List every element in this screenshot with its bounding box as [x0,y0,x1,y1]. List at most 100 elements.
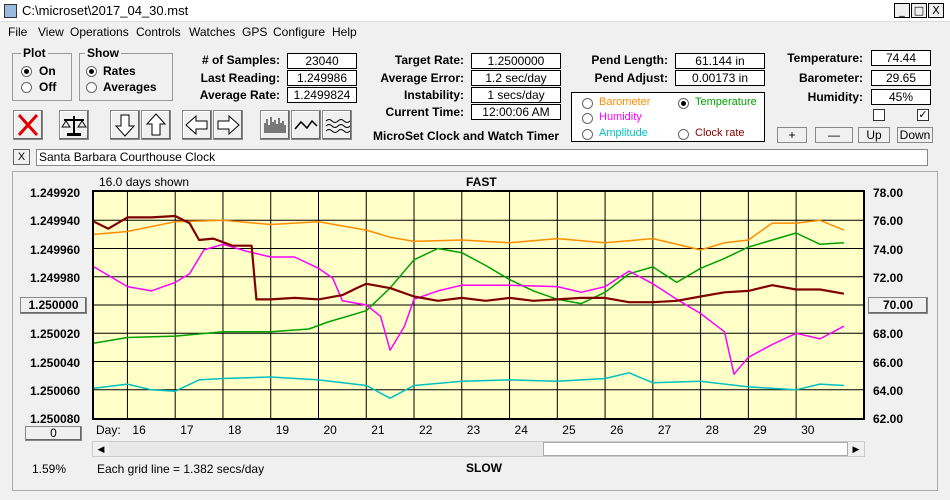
menu-operations[interactable]: Operations [70,25,129,39]
right-center-button[interactable]: 70.00 [868,297,928,314]
window-title: C:\microset\2017_04_30.mst [22,3,189,18]
menu-view[interactable]: View [38,25,64,39]
day-tick-label: 16 [132,423,146,437]
env-checkbox-2[interactable]: ✓ [917,109,929,121]
day-tick-label: 27 [657,423,672,437]
pend-adjust-value: 0.00173 in [675,70,765,86]
overlay-humidity-radio[interactable] [582,113,593,124]
overlay-barometer-label: Barometer [599,96,651,108]
overlay-humidity-label: Humidity [599,111,642,123]
samples-label: # of Samples: [201,53,280,67]
x-axis-label: Day: [96,423,121,437]
env-checkbox-1[interactable] [873,109,885,121]
day-tick-label: 28 [705,423,719,437]
day-tick-label: 30 [801,423,815,437]
day-tick-label: 20 [323,423,337,437]
arrow-left-icon [185,114,208,136]
bar-graph-icon [264,117,286,133]
menu-watches[interactable]: Watches [189,25,235,39]
day-tick-label: 29 [753,423,767,437]
bar-view-button[interactable] [260,110,290,140]
line-graph-icon [294,119,318,130]
line-view-button[interactable] [291,110,321,140]
target-rate-value: 1.2500000 [471,53,561,69]
days-shown-label: 16.0 days shown [99,175,190,189]
zero-button[interactable]: 0 [25,426,82,441]
right-tick-label: 76.00 [873,214,904,229]
overlay-temperature-radio[interactable] [678,98,689,109]
overlay-temperature-label: Temperature [695,96,757,108]
watch-name-field[interactable]: Santa Barbara Courthouse Clock [36,149,928,166]
left-center-button[interactable]: 1.250000 [20,297,87,314]
left-tick-label: 1.249940 [30,214,81,229]
slow-label: SLOW [466,461,502,475]
menu-gps[interactable]: GPS [242,25,267,39]
overlay-amplitude-radio[interactable] [582,129,593,140]
overlay-amplitude-label: Amplitude [599,127,648,139]
series-clock-rate [93,214,845,304]
left-tick-label: 1.250060 [30,383,81,398]
menu-file[interactable]: File [8,25,27,39]
day-tick-label: 21 [371,423,385,437]
right-tick-label: 72.00 [873,270,904,285]
overlay-clock-rate-radio[interactable] [678,129,689,140]
scroll-right-icon[interactable]: ▶ [848,442,864,456]
menu-bar: File View Operations Controls Watches GP… [0,22,950,42]
balance-button[interactable] [59,110,89,140]
plot-off-label: Off [39,80,57,94]
red-x-icon [17,113,39,137]
series-amplitude [93,372,844,399]
menu-configure[interactable]: Configure [273,25,325,39]
series-humidity [93,243,845,375]
left-tick-label: 1.249960 [30,242,81,257]
last-reading-label: Last Reading: [200,71,280,85]
minus-button[interactable]: — [815,127,853,143]
current-time-value: 12:00:06 AM [471,104,561,120]
app-caption: MicroSet Clock and Watch Timer [373,129,560,143]
fast-label: FAST [466,175,497,189]
scroll-thumb[interactable] [543,442,848,456]
humidity-label: Humidity: [807,90,863,104]
menu-help[interactable]: Help [332,25,357,39]
arrow-up-icon [145,113,167,136]
plus-button[interactable]: + [777,127,807,143]
show-averages-radio[interactable] [86,82,97,93]
menu-controls[interactable]: Controls [136,25,181,39]
day-tick-label: 26 [610,423,624,437]
left-arrow-button[interactable] [182,110,212,140]
right-tick-label: 64.00 [873,383,904,398]
balance-scale-icon [61,116,87,136]
plot-group-label: Plot [21,46,48,60]
horizontal-scrollbar[interactable]: ◀ ▶ [92,441,865,457]
right-tick-label: 66.00 [873,355,904,370]
plot-on-radio[interactable] [21,66,32,77]
right-tick-label: 68.00 [873,327,904,342]
left-tick-label: 1.250080 [30,412,81,426]
overlay-barometer-radio[interactable] [582,98,593,109]
average-error-value: 1.2 sec/day [471,70,561,86]
up-arrow-button[interactable] [141,110,171,140]
stop-button[interactable] [13,110,43,140]
temperature-value: 74.44 [871,50,931,66]
right-arrow-button[interactable] [213,110,243,140]
average-rate-value: 1.2499824 [287,87,357,103]
close-window-button[interactable]: X [928,3,944,18]
up-button[interactable]: Up [858,127,890,143]
day-tick-label: 18 [227,423,242,437]
down-button[interactable]: Down [897,127,933,143]
minimize-button[interactable]: _ [894,3,910,18]
maximize-button[interactable]: □ [911,3,927,18]
day-tick-label: 17 [180,423,194,437]
target-rate-label: Target Rate: [394,53,464,67]
show-rates-label: Rates [103,64,136,78]
scroll-left-icon[interactable]: ◀ [93,442,109,456]
day-tick-label: 23 [466,423,481,437]
show-rates-radio[interactable] [86,66,97,77]
wave-view-button[interactable] [322,110,352,140]
down-arrow-button[interactable] [110,110,140,140]
day-tick-label: 25 [562,423,576,437]
show-group-label: Show [85,46,121,60]
plot-off-radio[interactable] [21,82,32,93]
clear-watch-button[interactable]: X [13,149,30,165]
percent-label: 1.59% [32,462,67,476]
